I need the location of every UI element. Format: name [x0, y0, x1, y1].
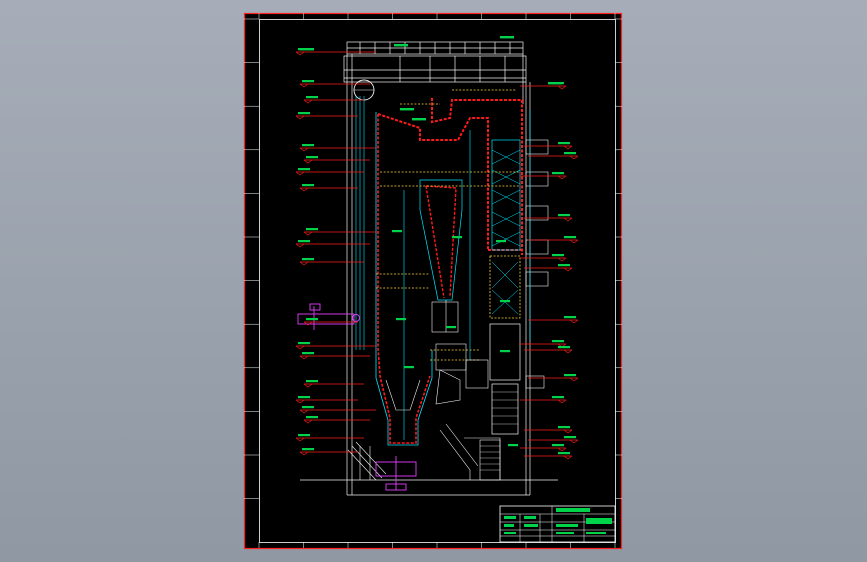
boiler-drawing-sheet[interactable] — [0, 0, 867, 562]
drawing-sheet — [244, 13, 622, 549]
cad-viewport[interactable] — [0, 0, 867, 562]
